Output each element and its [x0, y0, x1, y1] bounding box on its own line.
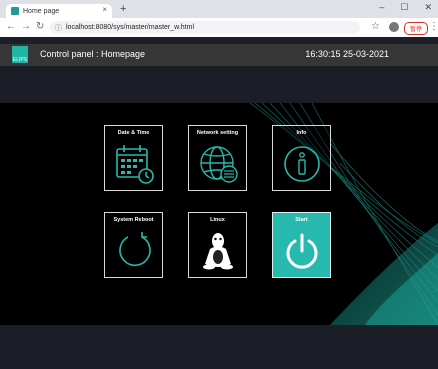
tile-start[interactable]: Start: [272, 212, 331, 278]
back-icon[interactable]: ←: [6, 21, 16, 32]
app-header: ELIPS Control panel : Homepage 16:30:15 …: [0, 44, 438, 66]
window-controls: – ☐ ✕: [379, 2, 432, 13]
site-info-icon[interactable]: ⓘ: [55, 23, 62, 33]
dashboard-panel: Date & Time Network setting Info System …: [0, 103, 438, 325]
tile-label: Info: [296, 130, 307, 136]
logo-text: ELIPS: [12, 57, 28, 63]
tile-linux[interactable]: Linux: [188, 212, 247, 278]
info-icon: [284, 146, 320, 182]
tile-label: Network setting: [196, 130, 239, 136]
page-title: Control panel : Homepage: [40, 49, 146, 59]
reload-icon[interactable]: ↻: [36, 21, 44, 32]
tile-label: Start: [295, 217, 308, 223]
linux-penguin-icon: [203, 233, 233, 270]
tile-label: System Reboot: [113, 217, 154, 223]
tab-title: Home page: [23, 7, 60, 15]
tile-info[interactable]: Info: [272, 125, 331, 191]
profile-avatar-icon[interactable]: [389, 22, 399, 32]
bookmark-star-icon[interactable]: ☆: [371, 21, 380, 32]
datetime-display: 16:30:15 25-03-2021: [305, 49, 389, 59]
power-icon: [286, 233, 318, 269]
pause-button[interactable]: 暂停: [404, 22, 428, 35]
url-input[interactable]: ⓘ localhost:8080/sys/master/master_w.htm…: [50, 21, 360, 34]
forward-icon[interactable]: →: [21, 21, 31, 32]
footer-area: [0, 325, 438, 369]
calendar-clock-icon: [116, 145, 154, 184]
tile-date-time[interactable]: Date & Time: [104, 125, 163, 191]
brand-logo: ELIPS: [12, 46, 28, 63]
reboot-icon: [119, 232, 151, 266]
tile-network-setting[interactable]: Network setting: [188, 125, 247, 191]
favicon-icon: [11, 7, 19, 15]
minimize-icon[interactable]: –: [379, 2, 384, 13]
browser-tab[interactable]: Home page ×: [6, 4, 112, 18]
close-window-icon[interactable]: ✕: [424, 2, 432, 13]
tile-label: Date & Time: [117, 130, 150, 136]
globe-settings-icon: [200, 146, 238, 183]
url-text: localhost:8080/sys/master/master_w.html: [66, 24, 194, 31]
new-tab-button[interactable]: +: [120, 3, 126, 15]
tile-label: Linux: [210, 217, 225, 223]
tile-system-reboot[interactable]: System Reboot: [104, 212, 163, 278]
address-bar-row: ← → ↻ ⓘ localhost:8080/sys/master/master…: [0, 18, 438, 38]
browser-menu-icon[interactable]: ⋮: [429, 21, 438, 32]
tab-close-icon[interactable]: ×: [102, 5, 107, 14]
maximize-icon[interactable]: ☐: [400, 2, 408, 13]
